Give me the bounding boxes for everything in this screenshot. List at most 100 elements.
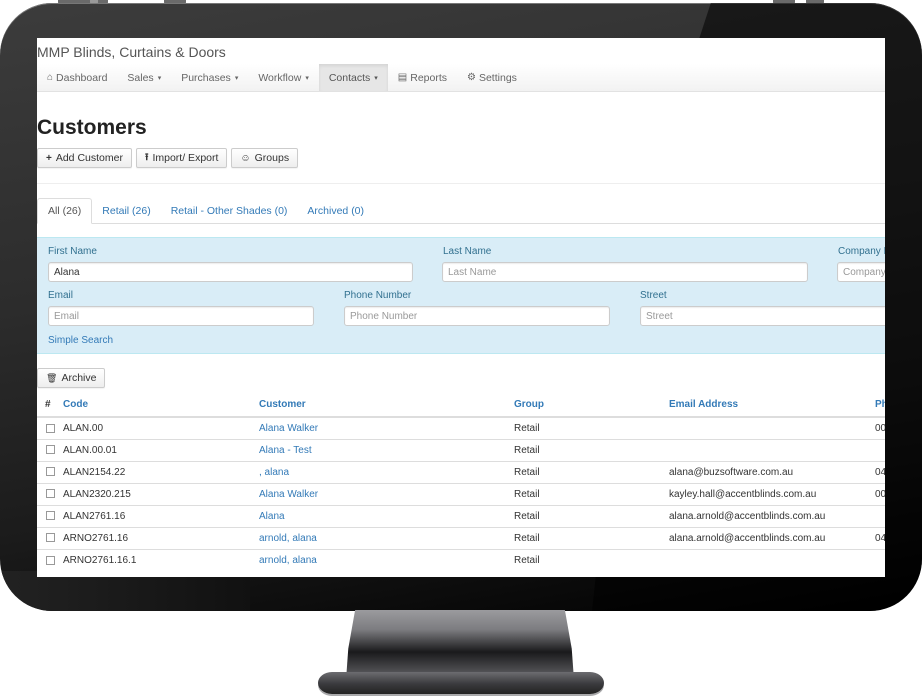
cell-phone: 04 <box>875 460 885 483</box>
button-label: Add Customer <box>55 152 123 164</box>
cell-email: alana@buzsoftware.com.au <box>669 460 875 483</box>
customer-link[interactable]: arnold, alana <box>259 555 317 566</box>
cell-phone <box>875 504 885 527</box>
tab-archived[interactable]: Archived (0) <box>297 198 374 223</box>
last-name-input[interactable] <box>442 262 808 282</box>
column-header-phone[interactable]: Phone <box>875 393 885 418</box>
column-header-customer[interactable]: Customer <box>259 393 514 418</box>
cell-email: alana.arnold@accentblinds.com.au <box>669 504 875 527</box>
column-header-code[interactable]: Code <box>63 393 259 418</box>
cell-code: ALAN2154.22 <box>63 460 259 483</box>
cell-email: alana.arnold@accentblinds.com.au <box>669 526 875 549</box>
button-label: Groups <box>254 152 290 164</box>
caret-down-icon: ▾ <box>234 74 239 82</box>
customer-link[interactable]: Alana Walker <box>259 423 318 434</box>
nav-item-label: Workflow <box>258 71 302 84</box>
cell-code: ARNO2761.16 <box>63 526 259 549</box>
main-navbar: ⌂ Dashboard Sales ▾ Purchases ▾ Workflow… <box>37 64 885 92</box>
nav-item-reports[interactable]: ▤ Reports <box>388 64 457 91</box>
nav-item-contacts[interactable]: Contacts ▾ <box>318 64 388 91</box>
nav-item-sales[interactable]: Sales ▾ <box>117 64 171 91</box>
phone-number-input[interactable] <box>344 306 610 326</box>
nav-item-dashboard[interactable]: ⌂ Dashboard <box>37 64 117 91</box>
table-row: ARNO2761.16 arnold, alana Retail alana.a… <box>37 526 885 549</box>
customer-link[interactable]: arnold, alana <box>259 533 317 544</box>
row-checkbox[interactable] <box>46 467 55 477</box>
nav-item-label: Reports <box>410 71 447 84</box>
email-label: Email <box>48 290 74 301</box>
cell-code: ALAN2320.215 <box>63 482 259 505</box>
column-header-group[interactable]: Group <box>514 393 669 418</box>
cell-phone: 00 <box>875 416 885 439</box>
phone-number-label: Phone Number <box>344 290 412 301</box>
customer-link[interactable]: Alana Walker <box>259 489 318 500</box>
nav-item-purchases[interactable]: Purchases ▾ <box>171 64 248 91</box>
archive-button[interactable]: 🗑︎ Archive <box>37 368 106 388</box>
table-row: ARNO2761.16.1 arnold, alana Retail <box>37 548 885 571</box>
cell-group: Retail <box>514 504 669 527</box>
cell-group: Retail <box>514 548 669 571</box>
cell-code: ALAN2761.16 <box>63 504 259 527</box>
nav-item-label: Sales <box>127 71 154 84</box>
cell-email <box>669 438 875 461</box>
bar-chart-icon: ▤ <box>397 72 408 83</box>
import-export-button[interactable]: ⭱ Import/ Export <box>135 148 228 168</box>
advanced-search-panel: First Name Last Name Company Name Email … <box>37 237 885 354</box>
screen: MMP Blinds, Curtains & Doors ⌂ Dashboard… <box>37 38 885 577</box>
row-checkbox[interactable] <box>46 423 55 433</box>
row-checkbox[interactable] <box>46 489 55 499</box>
button-label: Import/ Export <box>152 152 219 164</box>
street-input[interactable] <box>640 306 885 326</box>
first-name-input[interactable] <box>48 262 413 282</box>
customer-link[interactable]: Alana <box>259 511 285 522</box>
cell-group: Retail <box>514 460 669 483</box>
gears-icon: ⚙ <box>467 72 476 83</box>
customer-link[interactable]: Alana - Test <box>259 445 312 456</box>
cell-email: kayley.hall@accentblinds.com.au <box>669 482 875 505</box>
tab-retail[interactable]: Retail (26) <box>92 198 160 223</box>
cell-phone <box>875 548 885 571</box>
cell-phone: 00 <box>875 482 885 505</box>
tab-retail-other-shades[interactable]: Retail - Other Shades (0) <box>161 198 298 223</box>
customer-link[interactable]: , alana <box>259 467 289 478</box>
monitor-stand-base <box>318 672 604 694</box>
cell-group: Retail <box>514 438 669 461</box>
page-toolbar: + Add Customer ⭱ Import/ Export ☺ Groups <box>37 148 299 168</box>
column-header-email[interactable]: Email Address <box>669 393 875 418</box>
row-checkbox[interactable] <box>46 533 55 543</box>
table-row: ALAN.00.01 Alana - Test Retail <box>37 438 885 461</box>
customer-filter-tabs: All (26) Retail (26) Retail - Other Shad… <box>37 198 885 224</box>
trash-icon: 🗑︎ <box>46 372 58 383</box>
row-checkbox[interactable] <box>46 445 55 455</box>
row-checkbox[interactable] <box>46 555 55 565</box>
cell-code: ARNO2761.16.1 <box>63 548 259 571</box>
simple-search-link[interactable]: Simple Search <box>48 335 113 346</box>
upload-icon: ⭱ <box>144 151 149 163</box>
page-title: Customers <box>37 116 147 139</box>
company-name-input[interactable] <box>837 262 885 282</box>
street-label: Street <box>640 290 667 301</box>
divider <box>37 183 885 184</box>
last-name-label: Last Name <box>443 246 492 257</box>
caret-down-icon: ▾ <box>305 74 309 82</box>
company-name-label: Company Name <box>838 246 885 257</box>
cell-group: Retail <box>514 482 669 505</box>
row-checkbox[interactable] <box>46 511 55 521</box>
nav-item-settings[interactable]: ⚙ Settings <box>457 64 527 91</box>
table-row: ALAN.00 Alana Walker Retail 00 <box>37 416 885 439</box>
cell-email <box>669 416 875 439</box>
cell-phone <box>875 438 885 461</box>
app-title: MMP Blinds, Curtains & Doors <box>37 44 226 60</box>
table-row: ALAN2761.16 Alana Retail alana.arnold@ac… <box>37 504 885 527</box>
caret-down-icon: ▾ <box>374 74 378 82</box>
email-input[interactable] <box>48 306 314 326</box>
nav-item-label: Contacts <box>328 71 371 84</box>
nav-item-workflow[interactable]: Workflow ▾ <box>248 64 319 91</box>
column-header-select: # <box>37 393 63 418</box>
tab-all[interactable]: All (26) <box>37 198 93 224</box>
nav-item-label: Settings <box>478 71 517 84</box>
groups-button[interactable]: ☺ Groups <box>231 148 299 168</box>
monitor-reflection <box>0 571 250 611</box>
customers-table: # Code Customer Group Email Address Phon… <box>37 393 885 571</box>
add-customer-button[interactable]: + Add Customer <box>37 148 132 168</box>
